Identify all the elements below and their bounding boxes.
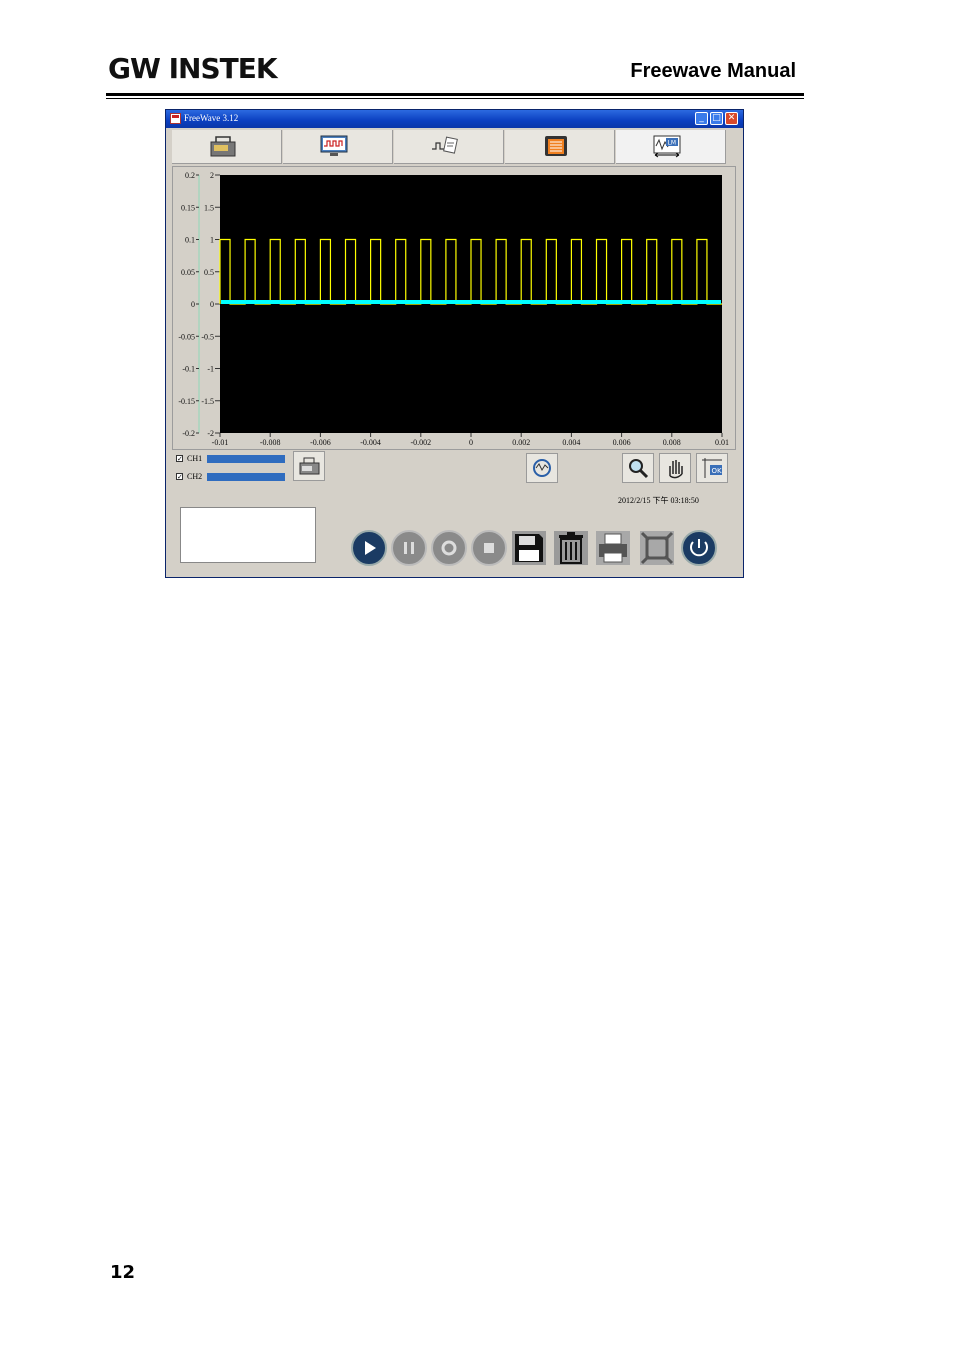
pause-icon bbox=[404, 542, 407, 554]
toolbar-waveform-button[interactable] bbox=[283, 130, 393, 164]
x-tick-label: 0.002 bbox=[512, 438, 530, 447]
y-right-tick-label: -2 bbox=[207, 429, 214, 438]
toolbar-connection-button[interactable] bbox=[172, 130, 282, 164]
page-number: 12 bbox=[110, 1262, 136, 1283]
app-icon bbox=[170, 113, 181, 124]
x-tick-label: 0 bbox=[469, 438, 473, 447]
stop-icon bbox=[484, 543, 494, 553]
x-tick-label: -0.01 bbox=[212, 438, 229, 447]
ch1-checkbox[interactable]: ✓ bbox=[176, 455, 183, 463]
zoom-button[interactable] bbox=[622, 453, 654, 483]
plug-small-icon bbox=[299, 457, 320, 475]
pan-button[interactable] bbox=[659, 453, 691, 483]
window-titlebar[interactable]: FreeWave 3.12 _ □ ✕ bbox=[166, 110, 743, 128]
y-right-tick-label: 0 bbox=[210, 300, 214, 309]
monitor-wave-icon bbox=[320, 135, 348, 156]
plot-panel: 0.2 0.15 0.1 0.05 0 -0.05 -0.1 -0.15 -0.2 2 1.5 1 0.… bbox=[172, 166, 736, 450]
delete-button[interactable] bbox=[552, 529, 590, 567]
maximize-button[interactable]: □ bbox=[710, 112, 723, 125]
header-rule-thin bbox=[106, 98, 804, 99]
brand-logo: GW INSTEK bbox=[108, 52, 278, 85]
freewave-window: FreeWave 3.12 _ □ ✕ LM 0.2 0.15 0.1 0.05… bbox=[165, 109, 744, 578]
save-button[interactable] bbox=[510, 529, 548, 567]
y-right-tick-label: 1.5 bbox=[204, 203, 214, 212]
ch2-checkbox[interactable]: ✓ bbox=[176, 473, 183, 481]
x-tick-label: -0.008 bbox=[260, 438, 281, 447]
header-rule bbox=[106, 93, 804, 96]
timestamp: 2012/2/15 下午 03:18:50 bbox=[618, 496, 699, 505]
plug-icon bbox=[210, 136, 236, 157]
auto-scale-button[interactable] bbox=[526, 453, 558, 483]
lm-measure-icon: LM bbox=[653, 135, 681, 158]
wave-analysis-icon bbox=[432, 136, 458, 154]
y-left-tick-label: 0.05 bbox=[181, 268, 195, 277]
svg-text:OK: OK bbox=[712, 467, 723, 475]
cursor-ok-button[interactable]: OK bbox=[696, 453, 728, 483]
toolbar-list-button[interactable] bbox=[505, 130, 615, 164]
y-right-tick-label: 0.5 bbox=[204, 268, 214, 277]
ch1-waveform bbox=[219, 238, 722, 305]
y-left-tick-label: 0.2 bbox=[185, 171, 195, 180]
printer-icon bbox=[604, 533, 622, 545]
minimize-button[interactable]: _ bbox=[695, 112, 708, 125]
y-left-tick-label: -0.1 bbox=[182, 365, 195, 374]
y-left-tick-label: 0 bbox=[191, 300, 195, 309]
y-right-tick-label: 2 bbox=[210, 171, 214, 180]
x-tick-label: 0.006 bbox=[613, 438, 631, 447]
y-right-tick-label: 1 bbox=[210, 236, 214, 245]
ch2-color-bar bbox=[207, 473, 285, 481]
hand-icon bbox=[669, 460, 683, 479]
y-right-tick-label: -1.5 bbox=[201, 397, 214, 406]
y-right-tick-label: -1 bbox=[207, 365, 214, 374]
channel-settings-button[interactable] bbox=[293, 451, 325, 481]
x-tick-label: -0.004 bbox=[360, 438, 381, 447]
y-right-tick-label: -0.5 bbox=[201, 332, 214, 341]
cursor-ok-icon: OK bbox=[702, 458, 723, 478]
y-left-tick-label: -0.2 bbox=[182, 429, 195, 438]
power-button[interactable] bbox=[680, 529, 718, 567]
ch2-label: CH2 bbox=[187, 472, 203, 481]
window-title: FreeWave 3.12 bbox=[184, 113, 239, 123]
svg-text:LM: LM bbox=[668, 140, 677, 147]
manual-title: Freewave Manual bbox=[630, 60, 796, 82]
stop-button[interactable] bbox=[470, 529, 508, 567]
clipboard-icon bbox=[545, 136, 567, 156]
record-button[interactable] bbox=[430, 529, 468, 567]
y-left-tick-label: -0.05 bbox=[178, 332, 195, 341]
ch1-label: CH1 bbox=[187, 454, 203, 463]
main-toolbar: LM bbox=[172, 130, 740, 164]
play-button[interactable] bbox=[350, 529, 388, 567]
x-tick-label: 0.004 bbox=[562, 438, 580, 447]
x-tick-label: -0.002 bbox=[410, 438, 431, 447]
toolbar-measure-button[interactable]: LM bbox=[616, 130, 726, 164]
refresh-scope-icon bbox=[533, 459, 551, 477]
toolbar-signal-button[interactable] bbox=[394, 130, 504, 164]
fullscreen-button[interactable] bbox=[638, 529, 676, 567]
ch1-color-bar bbox=[207, 455, 285, 463]
pause-button[interactable] bbox=[390, 529, 428, 567]
x-tick-label: 0.01 bbox=[715, 438, 729, 447]
x-tick-label: 0.008 bbox=[663, 438, 681, 447]
close-button[interactable]: ✕ bbox=[725, 112, 738, 125]
waveform-chart[interactable]: 0.2 0.15 0.1 0.05 0 -0.05 -0.1 -0.15 -0.2 2 1.5 1 0.… bbox=[173, 167, 735, 449]
y-left-tick-label: 0.1 bbox=[185, 236, 195, 245]
status-box bbox=[180, 507, 316, 563]
trash-icon bbox=[559, 535, 583, 538]
print-button[interactable] bbox=[594, 529, 632, 567]
y-left-tick-label: -0.15 bbox=[178, 397, 195, 406]
x-tick-label: -0.006 bbox=[310, 438, 331, 447]
y-left-tick-label: 0.15 bbox=[181, 203, 195, 212]
magnifier-icon bbox=[629, 459, 649, 479]
